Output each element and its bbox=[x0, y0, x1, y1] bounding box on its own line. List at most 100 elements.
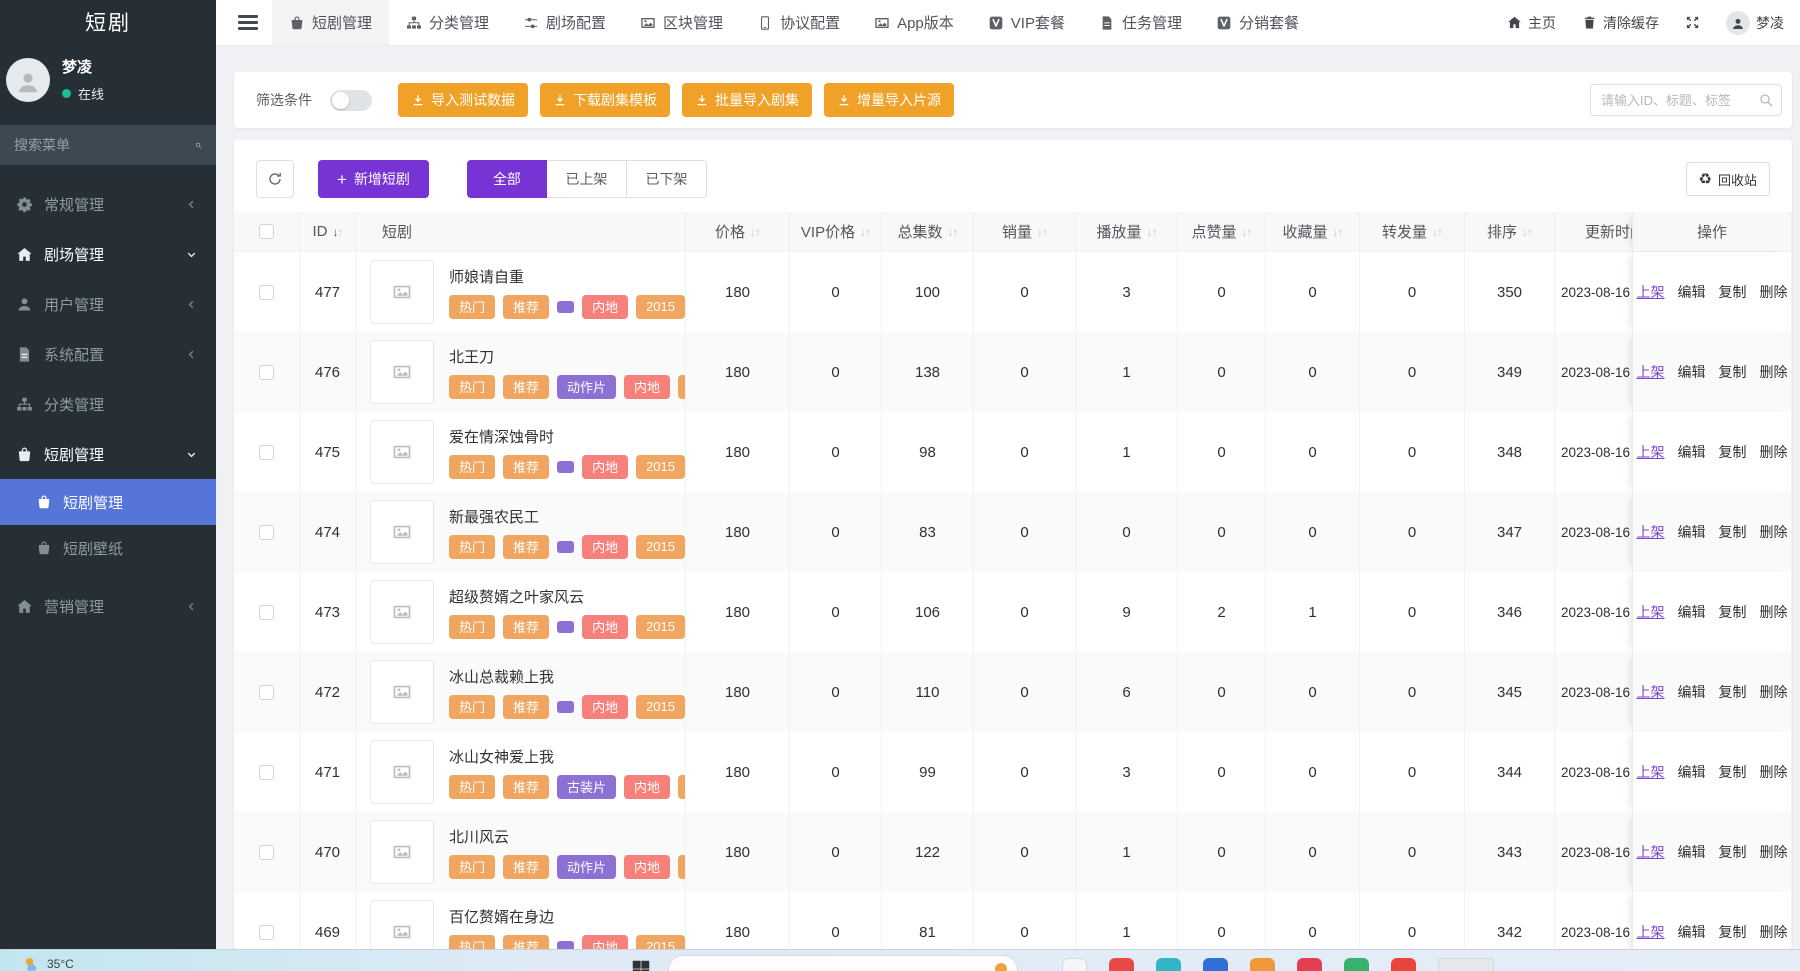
col-sort[interactable]: 排序↓↑ bbox=[1465, 212, 1555, 251]
action-delete[interactable]: 删除 bbox=[1760, 682, 1788, 702]
sort-icon[interactable]: ↓↑ bbox=[333, 225, 343, 239]
status-tab-0[interactable]: 全部 bbox=[467, 160, 547, 198]
col-vip_price[interactable]: VIP价格↓↑ bbox=[790, 212, 882, 251]
action-copy[interactable]: 复制 bbox=[1719, 842, 1747, 862]
action-copy[interactable]: 复制 bbox=[1719, 522, 1747, 542]
sort-icon[interactable]: ↓↑ bbox=[860, 225, 870, 239]
taskbar-app-3[interactable] bbox=[1203, 958, 1228, 971]
recycle-bin-button[interactable]: ♻ 回收站 bbox=[1686, 162, 1770, 196]
taskbar-app-1[interactable] bbox=[1109, 958, 1134, 971]
action-delete[interactable]: 删除 bbox=[1760, 282, 1788, 302]
header-checkbox[interactable] bbox=[259, 224, 274, 239]
topbar-tab-0[interactable]: 短剧管理 bbox=[272, 0, 389, 45]
topbar-tab-7[interactable]: 任务管理 bbox=[1082, 0, 1199, 45]
taskbar-app-0[interactable] bbox=[1062, 958, 1087, 971]
sort-icon[interactable]: ↓↑ bbox=[1037, 225, 1047, 239]
topbar-tab-5[interactable]: App版本 bbox=[857, 0, 971, 45]
search-icon[interactable] bbox=[1758, 92, 1774, 108]
taskbar-app-4[interactable] bbox=[1250, 958, 1275, 971]
col-episodes[interactable]: 总集数↓↑ bbox=[882, 212, 974, 251]
sort-icon[interactable]: ↓↑ bbox=[1333, 225, 1343, 239]
taskbar-app-6[interactable] bbox=[1344, 958, 1369, 971]
search-input[interactable] bbox=[1590, 84, 1782, 116]
status-tab-2[interactable]: 已下架 bbox=[627, 160, 707, 198]
action-copy[interactable]: 复制 bbox=[1719, 282, 1747, 302]
row-checkbox[interactable] bbox=[259, 845, 274, 860]
row-checkbox[interactable] bbox=[259, 445, 274, 460]
col-price[interactable]: 价格↓↑ bbox=[686, 212, 790, 251]
sidebar-subitem-1[interactable]: 短剧壁纸 bbox=[0, 525, 216, 571]
action-publish[interactable]: 上架 bbox=[1637, 602, 1665, 622]
topbar-tab-1[interactable]: 分类管理 bbox=[389, 0, 506, 45]
row-checkbox[interactable] bbox=[259, 525, 274, 540]
topbar-tab-4[interactable]: 协议配置 bbox=[740, 0, 857, 45]
sidebar-item-1[interactable]: 剧场管理 bbox=[0, 229, 216, 279]
import-button-0[interactable]: 导入测试数据 bbox=[398, 83, 528, 117]
row-checkbox[interactable] bbox=[259, 925, 274, 940]
sidebar-item-0[interactable]: 常规管理 bbox=[0, 179, 216, 229]
col-id[interactable]: ID↓↑ bbox=[300, 212, 356, 251]
action-edit[interactable]: 编辑 bbox=[1678, 762, 1706, 782]
sort-icon[interactable]: ↓↑ bbox=[750, 225, 760, 239]
home-link[interactable]: 主页 bbox=[1507, 13, 1556, 33]
col-likes[interactable]: 点赞量↓↑ bbox=[1178, 212, 1266, 251]
status-tab-1[interactable]: 已上架 bbox=[547, 160, 627, 198]
windows-start-icon[interactable] bbox=[630, 958, 654, 971]
topbar-tab-6[interactable]: VIP套餐 bbox=[971, 0, 1082, 45]
refresh-button[interactable] bbox=[256, 160, 294, 198]
filter-toggle[interactable] bbox=[330, 90, 372, 111]
sort-icon[interactable]: ↓↑ bbox=[1522, 225, 1532, 239]
action-publish[interactable]: 上架 bbox=[1637, 362, 1665, 382]
action-delete[interactable]: 删除 bbox=[1760, 842, 1788, 862]
clear-cache-button[interactable]: 清除缓存 bbox=[1582, 13, 1659, 33]
taskbar-search[interactable] bbox=[668, 955, 1018, 971]
sidebar-item-6[interactable]: 营销管理 bbox=[0, 581, 216, 631]
col-favorites[interactable]: 收藏量↓↑ bbox=[1266, 212, 1360, 251]
action-copy[interactable]: 复制 bbox=[1719, 602, 1747, 622]
action-publish[interactable]: 上架 bbox=[1637, 442, 1665, 462]
sort-icon[interactable]: ↓↑ bbox=[1432, 225, 1442, 239]
action-delete[interactable]: 删除 bbox=[1760, 522, 1788, 542]
sort-icon[interactable]: ↓↑ bbox=[1147, 225, 1157, 239]
row-checkbox[interactable] bbox=[259, 285, 274, 300]
col-plays[interactable]: 播放量↓↑ bbox=[1076, 212, 1178, 251]
fullscreen-button[interactable] bbox=[1685, 15, 1700, 30]
topbar-user[interactable]: 梦凌 bbox=[1726, 11, 1784, 35]
action-publish[interactable]: 上架 bbox=[1637, 922, 1665, 942]
action-edit[interactable]: 编辑 bbox=[1678, 602, 1706, 622]
action-publish[interactable]: 上架 bbox=[1637, 842, 1665, 862]
action-edit[interactable]: 编辑 bbox=[1678, 282, 1706, 302]
taskbar-app-8[interactable] bbox=[1438, 958, 1494, 971]
row-checkbox[interactable] bbox=[259, 685, 274, 700]
action-edit[interactable]: 编辑 bbox=[1678, 842, 1706, 862]
action-edit[interactable]: 编辑 bbox=[1678, 682, 1706, 702]
col-shares[interactable]: 转发量↓↑ bbox=[1360, 212, 1465, 251]
action-delete[interactable]: 删除 bbox=[1760, 922, 1788, 942]
row-checkbox[interactable] bbox=[259, 765, 274, 780]
action-copy[interactable]: 复制 bbox=[1719, 762, 1747, 782]
action-copy[interactable]: 复制 bbox=[1719, 682, 1747, 702]
import-button-2[interactable]: 批量导入剧集 bbox=[682, 83, 812, 117]
action-delete[interactable]: 删除 bbox=[1760, 762, 1788, 782]
action-edit[interactable]: 编辑 bbox=[1678, 522, 1706, 542]
sort-icon[interactable]: ↓↑ bbox=[1242, 225, 1252, 239]
col-sales[interactable]: 销量↓↑ bbox=[974, 212, 1076, 251]
taskbar-app-5[interactable] bbox=[1297, 958, 1322, 971]
action-edit[interactable]: 编辑 bbox=[1678, 442, 1706, 462]
sidebar-item-5[interactable]: 短剧管理 bbox=[0, 429, 216, 479]
action-delete[interactable]: 删除 bbox=[1760, 362, 1788, 382]
sidebar-item-2[interactable]: 用户管理 bbox=[0, 279, 216, 329]
action-delete[interactable]: 删除 bbox=[1760, 442, 1788, 462]
sidebar-item-3[interactable]: 系统配置 bbox=[0, 329, 216, 379]
taskbar-app-2[interactable] bbox=[1156, 958, 1181, 971]
row-checkbox[interactable] bbox=[259, 605, 274, 620]
action-copy[interactable]: 复制 bbox=[1719, 362, 1747, 382]
hamburger-icon[interactable] bbox=[238, 15, 258, 30]
menu-search-input[interactable] bbox=[14, 137, 195, 153]
action-publish[interactable]: 上架 bbox=[1637, 282, 1665, 302]
action-delete[interactable]: 删除 bbox=[1760, 602, 1788, 622]
import-button-3[interactable]: 增量导入片源 bbox=[824, 83, 954, 117]
import-button-1[interactable]: 下载剧集模板 bbox=[540, 83, 670, 117]
topbar-tab-3[interactable]: 区块管理 bbox=[623, 0, 740, 45]
taskbar-app-7[interactable] bbox=[1391, 958, 1416, 971]
